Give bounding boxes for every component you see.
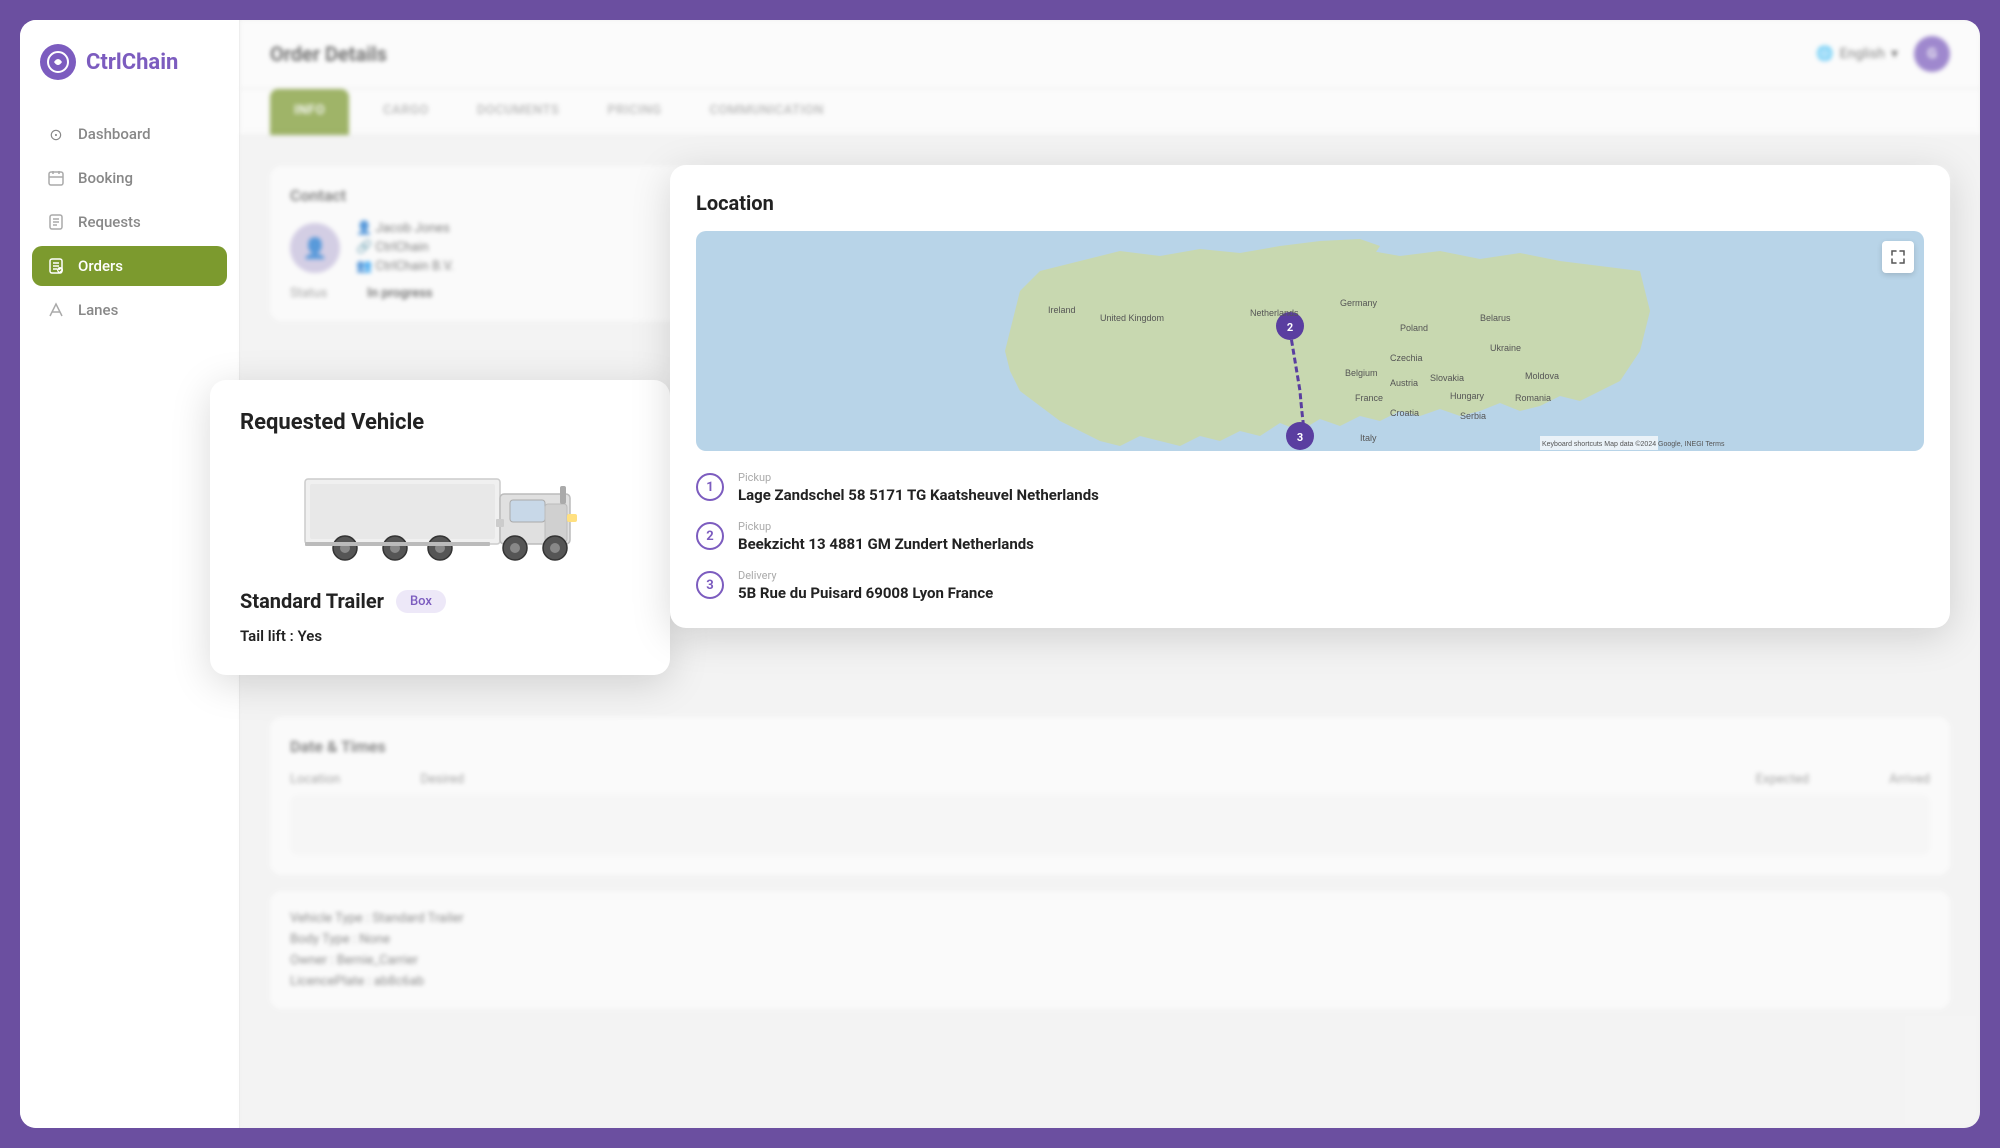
vehicle-name: Standard Trailer [240,589,384,613]
svg-text:Czechia: Czechia [1390,353,1423,363]
user-avatar[interactable]: G [1914,36,1950,72]
booking-icon [46,168,66,188]
truck-illustration [240,459,640,569]
sidebar-nav: ⊙ Dashboard Booking [20,104,239,340]
tab-documents[interactable]: DOCUMENTS [453,89,584,135]
tab-info[interactable]: INFO [270,89,349,135]
status-value: In progress [367,286,432,301]
svg-text:Keyboard shortcuts Map data ©: Keyboard shortcuts Map data ©2024 Google… [1542,440,1725,448]
page-title: Order Details [270,42,387,66]
svg-text:Ukraine: Ukraine [1490,343,1521,353]
map-expand-button[interactable] [1882,241,1914,273]
contact-role: 👥 CtrlChain B.V. [356,259,454,274]
stop-3: 3 Delivery 5B Rue du Puisard 69008 Lyon … [696,569,1924,602]
sidebar-item-label: Dashboard [78,125,151,143]
dates-title: Date & Times [290,737,1930,756]
tabs-bar: INFO CARGO DOCUMENTS PRICING COMMUNICATI… [240,89,1980,136]
status-label: Status [290,286,327,301]
stop-1-address: Lage Zandschel 58 5171 TG Kaatsheuvel Ne… [738,486,1099,504]
svg-text:Netherlands: Netherlands [1250,308,1299,318]
svg-text:Belarus: Belarus [1480,313,1511,323]
svg-text:Slovakia: Slovakia [1430,373,1464,383]
app-logo: CtrlChain [20,20,239,104]
svg-text:Belgium: Belgium [1345,368,1378,378]
svg-text:Croatia: Croatia [1390,408,1419,418]
tab-communication[interactable]: COMMUNICATION [685,89,847,135]
sidebar-item-booking[interactable]: Booking [32,158,227,198]
logo-icon [40,44,76,80]
sidebar-item-label: Requests [78,213,141,231]
main-header: Order Details 🌐 English ▾ G [240,20,1980,89]
svg-text:United Kingdom: United Kingdom [1100,313,1164,323]
bottom-info-section: Vehicle Type : Standard Trailer Body Typ… [270,891,1950,1009]
contact-name: 👤 Jacob Jones [356,221,454,236]
sidebar-item-label: Orders [78,257,123,275]
contact-company: 🔗 CtrlChain [356,240,454,255]
svg-text:Italy: Italy [1360,433,1377,443]
svg-text:Poland: Poland [1400,323,1428,333]
svg-text:3: 3 [1297,431,1303,444]
svg-text:Germany: Germany [1340,298,1378,308]
location-card-title: Location [696,191,1924,215]
contact-details: 👤 Jacob Jones 🔗 CtrlChain 👥 CtrlChain B.… [356,221,454,274]
dates-section: Date & Times Location Desired Expected A… [270,717,1950,875]
sidebar-item-label: Booking [78,169,133,187]
stop-1-info: Pickup Lage Zandschel 58 5171 TG Kaatshe… [738,471,1099,504]
location-card: Location 2 [670,165,1950,628]
stop-1-type: Pickup [738,471,1099,484]
sidebar-item-label: Lanes [78,301,118,319]
chevron-down-icon: ▾ [1891,46,1898,62]
stop-2-type: Pickup [738,520,1034,533]
sidebar-item-requests[interactable]: Requests [32,202,227,242]
svg-text:Austria: Austria [1390,378,1418,388]
map-container: 2 3 Ireland United Kingdom Netherlands G… [696,231,1924,451]
sidebar-item-dashboard[interactable]: ⊙ Dashboard [32,114,227,154]
svg-text:France: France [1355,393,1383,403]
svg-text:Ireland: Ireland [1048,305,1076,315]
svg-text:Serbia: Serbia [1460,411,1486,421]
stop-3-info: Delivery 5B Rue du Puisard 69008 Lyon Fr… [738,569,993,602]
stop-3-type: Delivery [738,569,993,582]
header-right: 🌐 English ▾ G [1816,36,1950,72]
stop-2: 2 Pickup Beekzicht 13 4881 GM Zundert Ne… [696,520,1924,553]
sidebar-item-lanes[interactable]: Lanes [32,290,227,330]
stop-1: 1 Pickup Lage Zandschel 58 5171 TG Kaats… [696,471,1924,504]
vehicle-tail-lift: Tail lift : Yes [240,627,640,645]
stop-2-address: Beekzicht 13 4881 GM Zundert Netherlands [738,535,1034,553]
language-selector[interactable]: 🌐 English ▾ [1816,46,1898,62]
sidebar-item-orders[interactable]: Orders [32,246,227,286]
tab-cargo[interactable]: CARGO [359,89,453,135]
vehicle-card: Requested Vehicle [210,380,670,675]
stop-3-address: 5B Rue du Puisard 69008 Lyon France [738,584,993,602]
lanes-icon [46,300,66,320]
stop-2-number: 2 [696,522,724,550]
requests-icon [46,212,66,232]
sidebar: CtrlChain ⊙ Dashboard Booking [20,20,240,1128]
svg-text:Moldova: Moldova [1525,371,1559,381]
contact-avatar: 👤 [290,223,340,273]
orders-icon [46,256,66,276]
stop-2-info: Pickup Beekzicht 13 4881 GM Zundert Neth… [738,520,1034,553]
dashboard-icon: ⊙ [46,124,66,144]
stop-1-number: 1 [696,473,724,501]
vehicle-card-title: Requested Vehicle [240,410,640,435]
stop-3-number: 3 [696,571,724,599]
vehicle-type-badge: Box [396,590,446,613]
location-stops: 1 Pickup Lage Zandschel 58 5171 TG Kaats… [696,471,1924,602]
tab-pricing[interactable]: PRICING [583,89,685,135]
svg-text:Romania: Romania [1515,393,1551,403]
vehicle-name-row: Standard Trailer Box [240,589,640,613]
svg-text:Hungary: Hungary [1450,391,1485,401]
flag-icon: 🌐 [1816,46,1833,62]
language-label: English [1840,46,1885,62]
svg-text:2: 2 [1287,321,1293,334]
logo-text: CtrlChain [86,50,178,75]
